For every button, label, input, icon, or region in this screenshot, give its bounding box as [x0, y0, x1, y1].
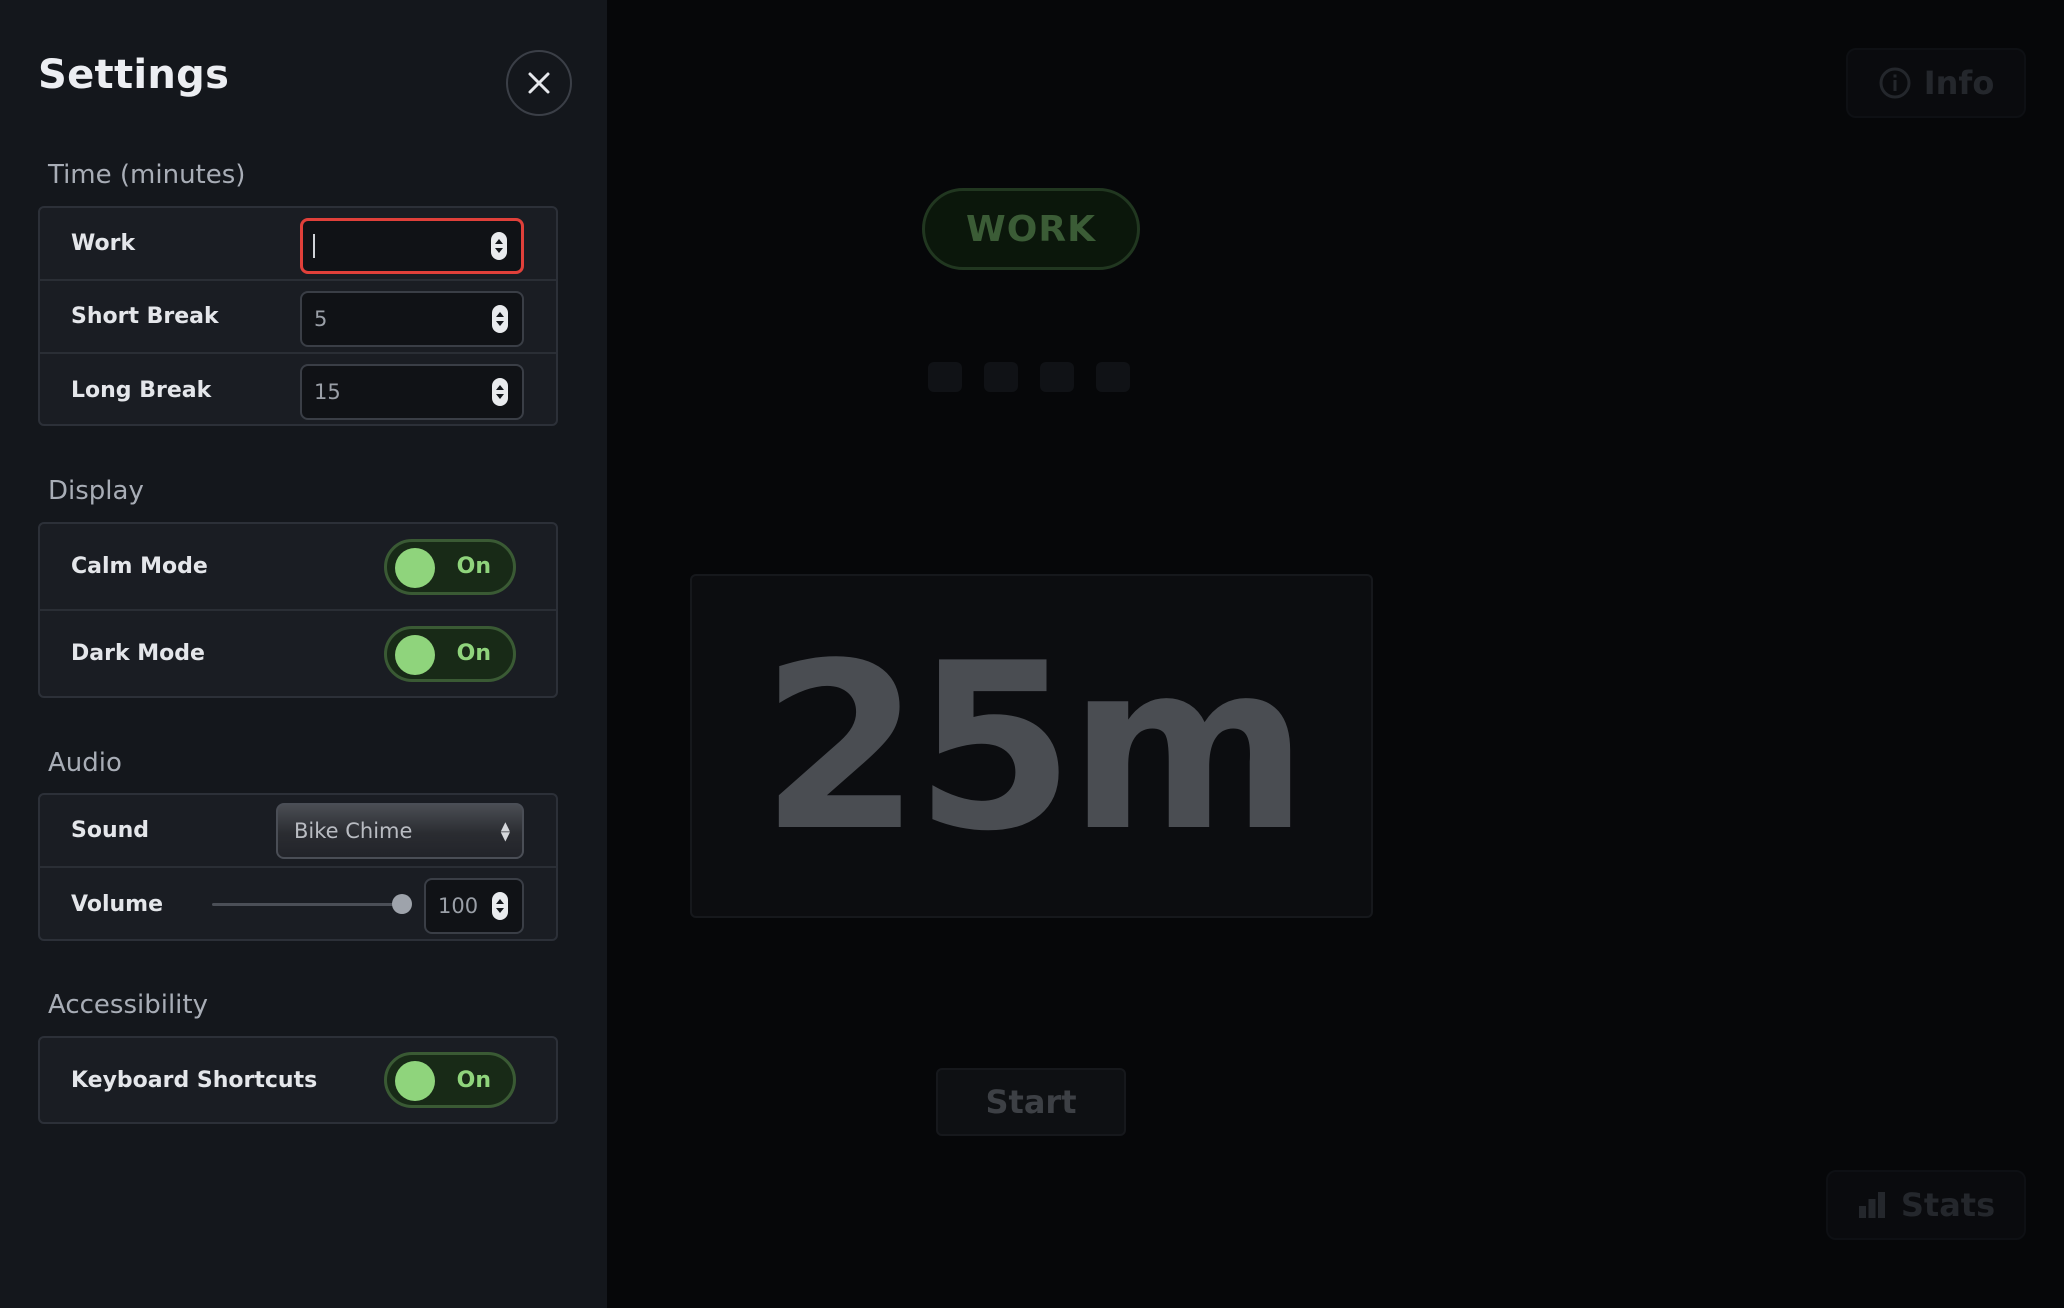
toggle-knob	[395, 547, 435, 588]
short-break-stepper[interactable]	[492, 305, 508, 333]
volume-slider-track[interactable]	[212, 903, 402, 906]
long-break-row: Long Break 15	[40, 354, 556, 427]
calm-mode-toggle[interactable]: On	[384, 538, 516, 595]
bar-chart-icon	[1858, 1192, 1885, 1218]
dark-mode-label: Dark Mode	[71, 641, 205, 666]
volume-row: Volume 100	[40, 868, 556, 941]
sound-row: Sound Bike Chime ▲ ▼	[40, 795, 556, 868]
work-label: Work	[71, 231, 136, 256]
volume-slider-thumb[interactable]	[392, 894, 412, 914]
chevron-down-icon	[496, 321, 504, 326]
timer-text: 25m	[760, 615, 1309, 882]
section-label-audio: Audio	[48, 748, 122, 778]
close-settings-button[interactable]	[506, 50, 572, 116]
keyboard-shortcuts-row: Keyboard Shortcuts On	[40, 1038, 556, 1122]
dark-mode-toggle[interactable]: On	[384, 625, 516, 682]
mode-badge: WORK	[922, 188, 1140, 270]
chevron-up-icon	[496, 312, 504, 317]
toggle-knob	[395, 1061, 435, 1101]
display-group: Calm Mode On Dark Mode On	[38, 522, 558, 698]
chevron-down-icon	[496, 394, 504, 399]
accessibility-group: Keyboard Shortcuts On	[38, 1036, 558, 1124]
dark-mode-row: Dark Mode On	[40, 611, 556, 696]
settings-title: Settings	[38, 52, 230, 98]
work-stepper[interactable]	[491, 232, 507, 260]
volume-value: 100	[438, 894, 479, 918]
long-break-label: Long Break	[71, 378, 212, 403]
chevron-down-icon	[496, 908, 504, 913]
sound-label: Sound	[71, 818, 150, 843]
calm-mode-label: Calm Mode	[71, 554, 208, 579]
session-dot	[984, 362, 1018, 392]
select-arrows-icon: ▲ ▼	[500, 819, 510, 843]
volume-label: Volume	[71, 892, 163, 917]
long-break-input[interactable]: 15	[300, 364, 524, 420]
stats-button[interactable]: Stats	[1826, 1170, 2026, 1240]
toggle-knob	[395, 634, 435, 675]
sound-select[interactable]: Bike Chime ▲ ▼	[276, 803, 524, 859]
timer-display: 25m	[690, 574, 1373, 918]
keyboard-shortcuts-toggle[interactable]: On	[384, 1052, 516, 1108]
session-progress-dots	[928, 362, 1130, 392]
dark-mode-state: On	[456, 641, 491, 666]
work-input[interactable]	[300, 218, 524, 274]
stats-label: Stats	[1900, 1186, 1996, 1224]
session-dot	[1096, 362, 1130, 392]
calm-mode-state: On	[456, 554, 491, 579]
session-dot	[1040, 362, 1074, 392]
chevron-up-icon	[496, 385, 504, 390]
text-cursor	[313, 234, 315, 258]
audio-group: Sound Bike Chime ▲ ▼ Volume 100	[38, 793, 558, 941]
work-row: Work	[40, 208, 556, 281]
volume-stepper[interactable]	[492, 892, 508, 920]
info-button[interactable]: Info	[1846, 48, 2026, 118]
volume-input[interactable]: 100	[424, 878, 524, 934]
section-label-time: Time (minutes)	[48, 160, 246, 190]
chevron-down-icon	[495, 248, 503, 253]
calm-mode-row: Calm Mode On	[40, 524, 556, 611]
settings-panel: Settings Time (minutes) Work Short Break…	[0, 0, 607, 1308]
short-break-input[interactable]: 5	[300, 291, 524, 347]
short-break-label: Short Break	[71, 304, 219, 329]
section-label-display: Display	[48, 476, 144, 506]
chevron-up-icon	[495, 239, 503, 244]
long-break-stepper[interactable]	[492, 378, 508, 406]
sound-value: Bike Chime	[294, 819, 413, 843]
keyboard-shortcuts-state: On	[456, 1067, 491, 1093]
short-break-row: Short Break 5	[40, 281, 556, 354]
info-label: Info	[1923, 64, 1995, 102]
time-group: Work Short Break 5 Long Break 15	[38, 206, 558, 426]
short-break-value: 5	[314, 307, 328, 331]
section-label-accessibility: Accessibility	[48, 990, 208, 1020]
close-icon	[528, 72, 550, 94]
session-dot	[928, 362, 962, 392]
keyboard-shortcuts-label: Keyboard Shortcuts	[71, 1067, 318, 1093]
info-icon	[1879, 67, 1911, 99]
chevron-up-icon	[496, 899, 504, 904]
start-button[interactable]: Start	[936, 1068, 1126, 1136]
long-break-value: 15	[314, 380, 341, 404]
